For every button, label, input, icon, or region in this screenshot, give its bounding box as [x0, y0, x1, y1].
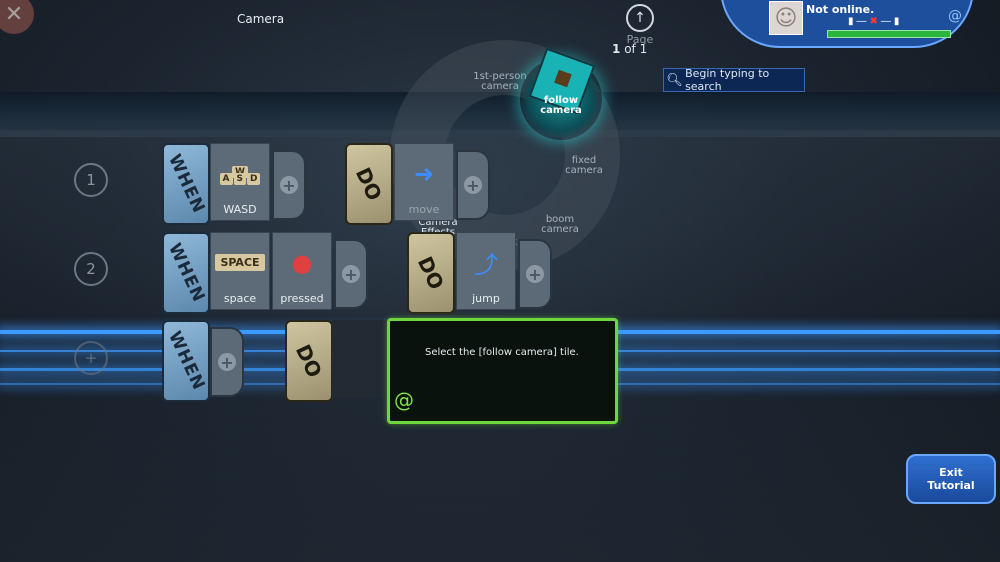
jump-tile[interactable]: ⤴ jump [456, 232, 516, 310]
avatar[interactable]: ☺ [769, 1, 803, 35]
page-of: of [624, 42, 636, 56]
add-do-tile-button[interactable]: + [518, 239, 552, 309]
close-button[interactable]: ✕ [0, 0, 34, 34]
empty-do-slot[interactable] [332, 320, 387, 398]
tile-label: move [408, 203, 440, 216]
do-tile[interactable]: DO [407, 232, 455, 314]
move-tile[interactable]: ➜ move [394, 143, 454, 221]
arrow-up-icon: ↑ [626, 4, 654, 32]
page-up-button[interactable]: ↑ Page [620, 4, 660, 46]
do-tile[interactable]: DO [345, 143, 393, 225]
tile-label: pressed [280, 292, 324, 305]
plus-icon: + [526, 265, 544, 284]
tile-label: jump [472, 292, 500, 305]
space-key-icon: SPACE [215, 254, 265, 271]
add-when-tile-button[interactable]: + [210, 327, 244, 397]
tutorial-label: Tutorial [927, 479, 975, 492]
keys-row: A S D [219, 173, 261, 185]
tutorial-message: Select the [follow camera] tile. [425, 347, 579, 358]
search-placeholder: Begin typing to search [685, 67, 770, 93]
jump-arrow-icon: ⤴ [474, 251, 498, 279]
pie-item-fixed-camera[interactable]: fixed camera [560, 156, 608, 176]
wasd-tile[interactable]: W A S D WASD [210, 143, 270, 221]
status-bar [827, 30, 951, 38]
plus-icon: + [464, 176, 482, 195]
wasd-keys-icon: W [232, 144, 248, 199]
rule-number-1: 1 [74, 163, 108, 197]
tile-label: space [223, 292, 257, 305]
swirl-icon: @ [394, 388, 414, 412]
page-count: 1 of 1 [612, 42, 647, 56]
disconnected-icon: ✖ [869, 16, 881, 27]
when-tile[interactable]: WHEN [162, 320, 210, 402]
pie-item-follow-camera[interactable]: follow camera [536, 96, 586, 116]
search-box[interactable]: 🔍︎ Begin typing to search [663, 67, 805, 93]
button-press-icon: ● [291, 248, 313, 277]
exit-label: Exit [939, 466, 963, 479]
add-do-tile-button[interactable]: + [456, 150, 490, 220]
page-current: 1 [612, 42, 621, 56]
pie-item-boom-camera[interactable]: boom camera [536, 215, 584, 235]
rule-number-2: 2 [74, 252, 108, 286]
online-status: Not online. [806, 3, 875, 16]
tutorial-box [387, 318, 618, 424]
close-icon: ✕ [4, 1, 24, 27]
camera-icon: ■ [551, 64, 575, 91]
add-rule-button[interactable]: + [74, 341, 108, 375]
exit-tutorial-button[interactable]: Exit Tutorial [906, 454, 996, 504]
plus-icon: + [342, 265, 360, 284]
tile-label: WASD [223, 203, 257, 216]
add-when-tile-button[interactable]: + [272, 150, 306, 220]
plus-icon: + [280, 176, 298, 195]
do-tile[interactable]: DO [285, 320, 333, 402]
add-when-tile-button[interactable]: + [334, 239, 368, 309]
computer-icon: ▮ [848, 16, 857, 27]
when-tile[interactable]: WHEN [162, 143, 210, 225]
move-arrow-icon: ➜ [413, 159, 435, 188]
page-title: Camera [237, 12, 285, 26]
server-icon: ▮ [893, 16, 903, 27]
when-tile[interactable]: WHEN [162, 232, 210, 314]
page-total: 1 [639, 42, 648, 56]
connection-icons: ▮―✖―▮ [848, 16, 903, 27]
swirl-icon: @ [948, 8, 962, 24]
search-icon: 🔍︎ [666, 72, 683, 88]
plus-icon: + [218, 353, 236, 372]
pressed-tile[interactable]: ● pressed [272, 232, 332, 310]
space-tile[interactable]: SPACE space [210, 232, 270, 310]
